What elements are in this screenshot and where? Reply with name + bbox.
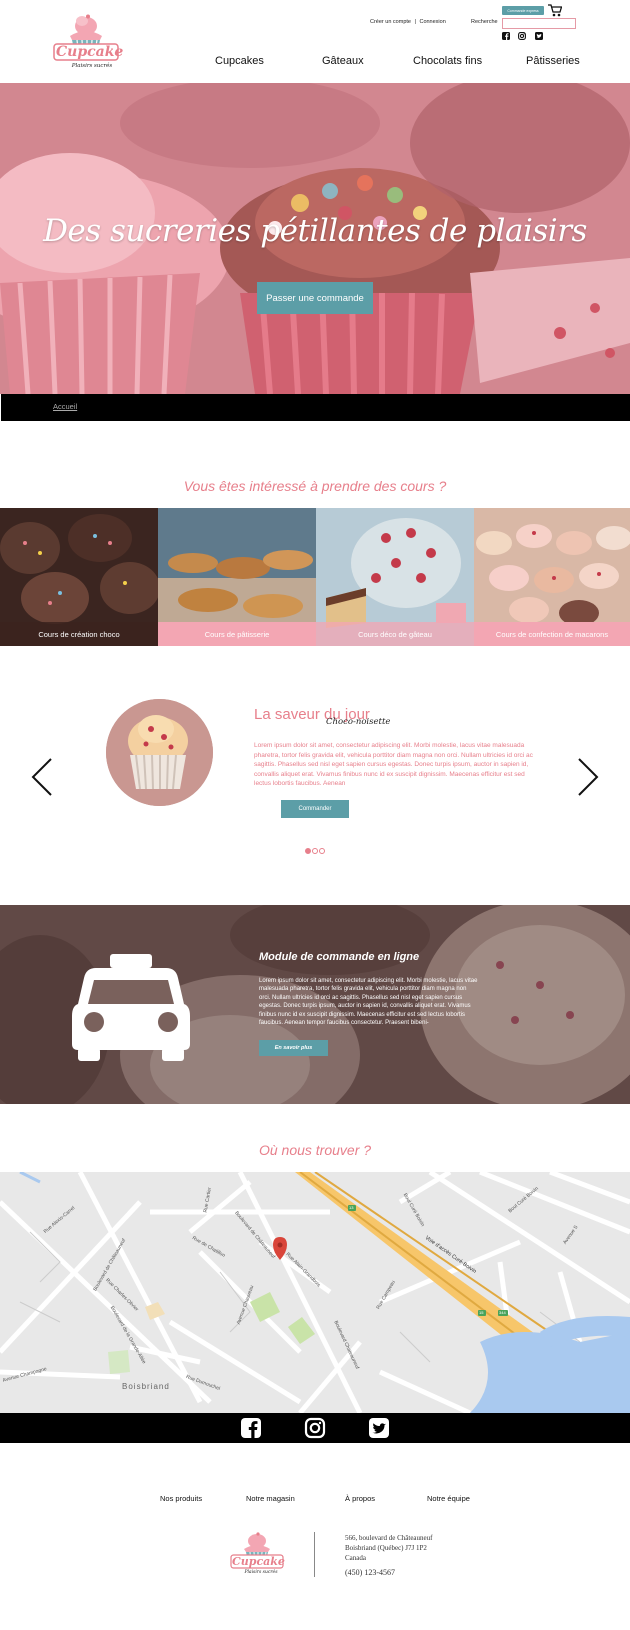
login-link[interactable]: Connexion bbox=[419, 19, 445, 25]
taxi-icon bbox=[72, 954, 190, 1061]
search-label: Recherche bbox=[471, 19, 498, 25]
cupcake-photo bbox=[106, 699, 213, 806]
daily-flavour-image bbox=[106, 699, 213, 806]
main-nav: Cupcakes Gâteaux Chocolats fins Pâtisser… bbox=[0, 55, 630, 71]
address-line: 566, boulevard de Châteauneuf bbox=[345, 1534, 433, 1542]
twitter-icon[interactable] bbox=[535, 32, 543, 40]
online-order-module: Module de commande en ligne Lorem ipsum … bbox=[0, 905, 630, 1104]
facebook-icon[interactable] bbox=[502, 32, 510, 40]
module-description: Lorem ipsum dolor sit amet, consectetur … bbox=[259, 978, 478, 1027]
footer-address: 566, boulevard de Châteauneuf Boisbriand… bbox=[345, 1533, 432, 1563]
location-map[interactable]: Rue Alexis-Carrel Boulevard de Châteaune… bbox=[0, 1172, 630, 1413]
page: Cupcake Plaisirs sucrés Créer un compte … bbox=[0, 0, 630, 1630]
footer-link-about[interactable]: À propos bbox=[345, 1494, 375, 1503]
learn-more-button[interactable]: En savoir plus bbox=[259, 1040, 328, 1056]
chevron-right-icon[interactable] bbox=[577, 757, 599, 797]
order-now-button[interactable]: Commander bbox=[281, 800, 349, 818]
hero-banner: Des sucreries pétillantes de plaisirs Pa… bbox=[0, 83, 630, 394]
course-label: Cours déco de gâteau bbox=[316, 622, 474, 646]
nav-item-gateaux[interactable]: Gâteaux bbox=[322, 55, 364, 67]
map-title: Où nous trouver ? bbox=[258, 1142, 372, 1158]
course-card-cake-decoration[interactable]: Cours déco de gâteau bbox=[316, 508, 474, 646]
express-order-button[interactable]: Commande express bbox=[502, 6, 544, 15]
hero-title: Des sucreries pétillantes de plaisirs bbox=[43, 213, 587, 249]
footer-phone[interactable]: (450) 123-4567 bbox=[345, 1568, 395, 1577]
module-title: Module de commande en ligne bbox=[259, 951, 420, 963]
footer-link-products[interactable]: Nos produits bbox=[160, 1494, 202, 1503]
route-shield: 344 bbox=[499, 1310, 506, 1315]
course-card-macarons[interactable]: Cours de confection de macarons bbox=[474, 508, 630, 646]
footer-logo[interactable]: Cupcake Plaisirs sucrés bbox=[230, 1532, 286, 1578]
daily-flavour-description: Lorem ipsum dolor sit amet, consectetur … bbox=[254, 742, 533, 787]
breadcrumb-home-link[interactable]: Accueil bbox=[53, 402, 77, 411]
route-shield: 13 bbox=[349, 1205, 354, 1210]
cart-icon[interactable] bbox=[548, 4, 562, 17]
place-order-button[interactable]: Passer une commande bbox=[257, 282, 373, 314]
carousel-dot[interactable] bbox=[319, 848, 325, 854]
address-line: Boisbriand (Québec) J7J 1P2 bbox=[345, 1544, 427, 1552]
footer-divider bbox=[314, 1532, 315, 1577]
logo-name: Cupcake bbox=[232, 1555, 285, 1568]
instagram-icon[interactable] bbox=[304, 1417, 326, 1439]
course-label: Cours de pâtisserie bbox=[158, 622, 316, 646]
chevron-left-icon[interactable] bbox=[31, 757, 53, 797]
footer-link-team[interactable]: Notre équipe bbox=[427, 1494, 470, 1503]
search-input[interactable] bbox=[502, 18, 576, 29]
social-bar bbox=[0, 1413, 630, 1443]
carousel-dot[interactable] bbox=[312, 848, 318, 854]
twitter-icon[interactable] bbox=[368, 1417, 390, 1439]
route-shield: 15 bbox=[479, 1310, 484, 1315]
carousel-dot-active[interactable] bbox=[305, 848, 311, 854]
address-line: Canada bbox=[345, 1554, 366, 1562]
course-label: Cours de création choco bbox=[0, 622, 158, 646]
account-separator: | bbox=[414, 19, 416, 25]
nav-item-cupcakes[interactable]: Cupcakes bbox=[215, 55, 264, 67]
breadcrumb-bar: Accueil bbox=[1, 394, 630, 421]
map-city-label: Boisbriand bbox=[122, 1382, 170, 1391]
nav-item-chocolats-fins[interactable]: Chocolats fins bbox=[413, 55, 482, 67]
account-links: Créer un compte | Connexion bbox=[370, 19, 446, 25]
footer-link-store[interactable]: Notre magasin bbox=[246, 1494, 295, 1503]
course-card-pastry[interactable]: Cours de pâtisserie bbox=[158, 508, 316, 646]
facebook-icon[interactable] bbox=[240, 1417, 262, 1439]
daily-flavour-subtitle: Choco-noisette bbox=[326, 717, 391, 727]
courses-title: Vous êtes intéressé à prendre des cours … bbox=[183, 478, 447, 494]
course-card-chocolate[interactable]: Cours de création choco bbox=[0, 508, 158, 646]
logo-tagline: Plaisirs sucrés bbox=[244, 1570, 278, 1575]
nav-item-patisseries[interactable]: Pâtisseries bbox=[526, 55, 580, 67]
create-account-link[interactable]: Créer un compte bbox=[370, 19, 411, 25]
course-label: Cours de confection de macarons bbox=[474, 622, 630, 646]
map-graphic bbox=[0, 1172, 630, 1413]
instagram-icon[interactable] bbox=[518, 32, 526, 40]
